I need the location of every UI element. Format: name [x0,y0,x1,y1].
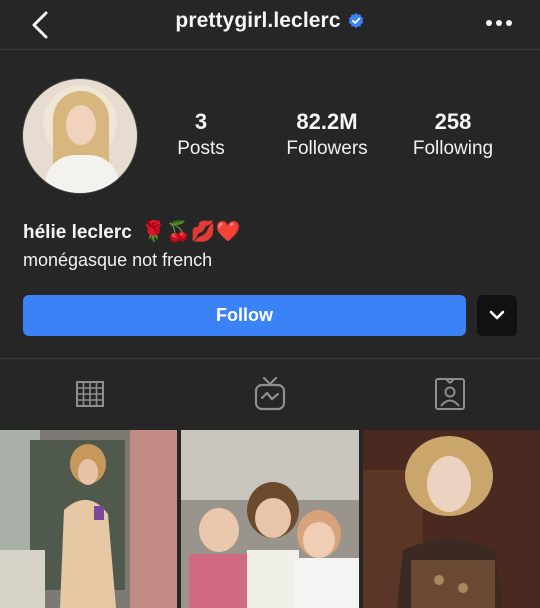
more-options-icon[interactable] [484,14,514,32]
suggested-accounts-button[interactable] [477,295,517,336]
stat-following-label: Following [412,138,494,159]
post-thumbnail[interactable] [181,430,359,608]
follow-button[interactable]: Follow [23,295,466,336]
stat-following[interactable]: 258 Following [398,108,508,162]
post-image-childhood [181,430,359,608]
stat-followers-value: 82.2M [296,109,358,134]
tagged-icon[interactable] [432,376,468,412]
avatar-body [45,155,119,193]
username-title: prettygirl.leclerc [175,9,341,32]
profile-avatar[interactable] [22,78,138,194]
post-thumbnail[interactable] [0,430,177,608]
post-image-portrait [363,430,540,608]
display-name: hélie leclerc 🌹🍒💋❤️ [23,219,241,244]
top-bar: prettygirl.leclerc [0,0,540,50]
post-thumbnail[interactable] [363,430,540,608]
username-header: prettygirl.leclerc [0,9,540,33]
chevron-down-icon [489,310,505,320]
stat-following-value: 258 [434,109,472,134]
post-image-balcony [0,430,177,608]
section-divider [0,358,540,359]
avatar-face [66,105,96,145]
verified-badge-icon [348,12,363,29]
stat-posts[interactable]: 3 Posts [146,108,256,162]
profile-bio: monégasque not french [23,250,213,270]
display-name-emojis: 🌹🍒💋❤️ [141,221,241,243]
grid-icon[interactable] [72,376,108,412]
stat-posts-value: 3 [194,109,208,134]
display-name-text: hélie leclerc [23,222,132,243]
stat-followers[interactable]: 82.2M Followers [272,108,382,162]
stat-posts-label: Posts [177,138,225,159]
posts-grid [0,430,540,608]
stat-followers-label: Followers [286,138,368,159]
igtv-icon[interactable] [252,376,288,412]
